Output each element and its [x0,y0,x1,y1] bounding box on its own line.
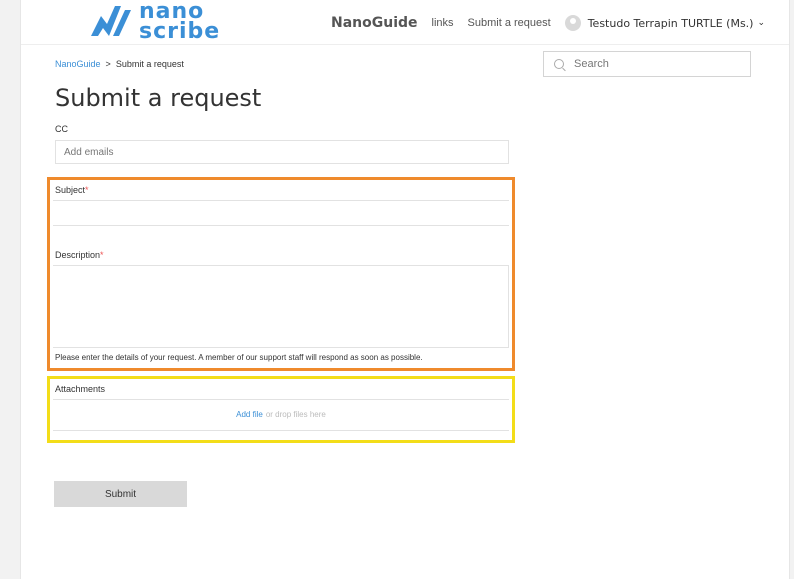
user-name: Testudo Terrapin TURTLE (Ms.) [587,16,754,30]
nanoscribe-logo[interactable]: nano scribe [91,1,231,43]
search-box [543,51,751,77]
breadcrumb-home-link[interactable]: NanoGuide [55,59,101,69]
search-icon [554,59,564,69]
submit-button[interactable]: Submit [54,481,187,507]
brand-link[interactable]: NanoGuide [331,15,418,31]
nav-submit-request-link[interactable]: Submit a request [468,17,551,29]
nav-links-link[interactable]: links [432,17,454,29]
search-input[interactable] [572,57,746,71]
breadcrumb-current: Submit a request [115,59,184,69]
logo-mark-icon [91,6,131,36]
chevron-down-icon: ⌄ [757,18,766,28]
subject-label: Subject* [55,185,89,195]
description-field-box [53,265,509,348]
subject-input[interactable] [53,201,509,225]
cc-field-box [55,140,509,164]
page-title: Submit a request [55,84,262,112]
cc-input[interactable] [56,141,508,163]
header-divider [21,44,789,45]
avatar [564,15,581,31]
description-hint: Please enter the details of your request… [55,353,423,362]
subject-field-box [53,200,509,226]
top-nav: NanoGuide links Submit a request Testudo… [331,13,765,33]
logo-text: nano scribe [139,0,221,44]
page: nano scribe NanoGuide links Submit a req… [20,0,790,579]
description-label: Description* [55,250,104,260]
required-mark: * [100,250,104,260]
breadcrumb: NanoGuide > Submit a request [55,59,184,69]
description-textarea[interactable] [53,266,508,347]
attachments-label: Attachments [55,384,106,394]
drop-files-hint: or drop files here [265,410,326,419]
attachments-dropzone[interactable]: Add file or drop files here [53,399,509,431]
required-mark: * [85,185,89,195]
add-file-link[interactable]: Add file [236,410,263,419]
user-menu[interactable]: Testudo Terrapin TURTLE (Ms.) ⌄ [564,15,766,31]
breadcrumb-separator: > [105,59,111,69]
cc-label: CC [55,124,68,134]
